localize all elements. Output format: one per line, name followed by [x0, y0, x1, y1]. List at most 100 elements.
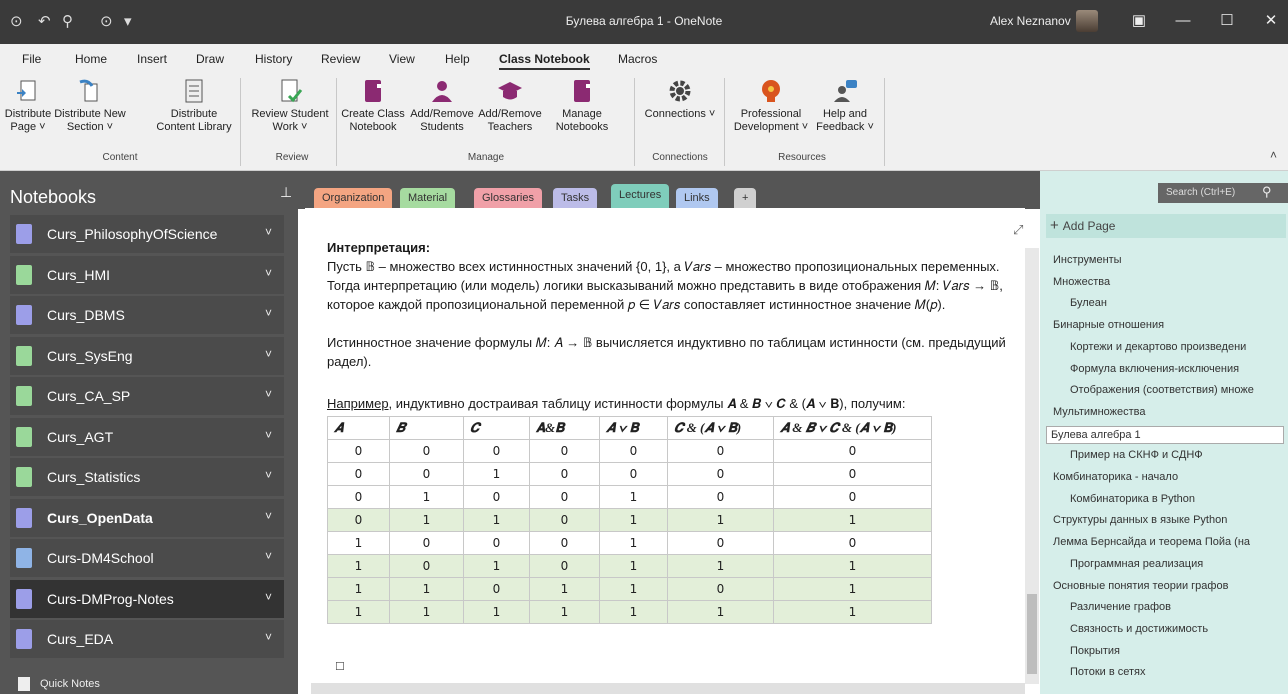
table-row: 0110111 [327, 508, 932, 532]
chevron-down-icon[interactable]: ˅ [265, 590, 272, 604]
page-canvas[interactable]: ⤢ Интерпретация: Пусть 𝔹 – множество все… [305, 208, 1025, 694]
add-page-button[interactable]: + Add Page [1046, 214, 1286, 238]
section-tab[interactable]: Glossaries [474, 188, 542, 208]
notebook-icon [365, 80, 381, 102]
page-item[interactable]: Инструменты [1053, 254, 1122, 266]
notebook-item[interactable]: Curs-DMProg-Notes ˅ [10, 579, 284, 618]
chevron-down-icon[interactable]: ˅ [265, 347, 272, 361]
chevron-down-icon[interactable]: ˅ [265, 468, 272, 482]
user-name[interactable]: Alex Neznanov [990, 14, 1071, 28]
chevron-down-icon[interactable]: ˅ [265, 509, 272, 523]
chevron-down-icon[interactable]: ˅ [265, 428, 272, 442]
quick-notes[interactable]: Quick Notes [18, 677, 100, 691]
tab-home[interactable]: Home [75, 52, 107, 66]
distribute-new-section-button[interactable]: Distribute New Section ˅ [54, 76, 126, 134]
collapse-ribbon-icon[interactable]: ˄ [1270, 148, 1277, 162]
subpage-item[interactable]: Комбинаторика в Python [1070, 493, 1195, 505]
checkbox-icon[interactable]: ☐ [335, 660, 345, 673]
tab-draw[interactable]: Draw [196, 52, 224, 66]
maximize-button[interactable]: ☐ [1212, 9, 1242, 33]
connections-button[interactable]: Connections ˅ [642, 76, 718, 121]
notebook-item[interactable]: Curs_OpenData ˅ [10, 498, 284, 537]
chevron-down-icon[interactable]: ˅ [265, 266, 272, 280]
notebook-item[interactable]: Curs-DM4School ˅ [10, 539, 284, 577]
section-tab[interactable]: Links [676, 188, 718, 208]
manage-notebooks-button[interactable]: Manage Notebooks [552, 76, 612, 134]
table-cell: 1 [327, 577, 390, 601]
tab-help[interactable]: Help [445, 52, 470, 66]
professional-development-button[interactable]: Professional Development ˅ [730, 76, 812, 134]
chevron-down-icon[interactable]: ˅ [265, 306, 272, 320]
review-student-work-button[interactable]: Review Student Work ˅ [250, 76, 330, 134]
subpage-item[interactable]: Отображения (соответствия) множе [1070, 384, 1254, 396]
subpage-item[interactable]: Булеан [1070, 297, 1107, 309]
chevron-down-icon[interactable]: ˅ [265, 630, 272, 644]
help-and-feedback-button[interactable]: Help and Feedback ˅ [812, 76, 878, 134]
add-remove-teachers-button[interactable]: Add/Remove Teachers [476, 76, 544, 134]
pin-icon[interactable]: ⊥ [280, 184, 292, 201]
search-icon[interactable]: ⚲ [1262, 184, 1272, 200]
group-separator [240, 78, 241, 166]
ribbon-display-icon[interactable]: ▣ [1124, 9, 1154, 33]
notebook-item[interactable]: Curs_PhilosophyOfScience ˅ [10, 215, 284, 253]
tab-macros[interactable]: Macros [618, 52, 657, 66]
section-tab[interactable]: Material [400, 188, 456, 208]
close-button[interactable]: ✕ [1256, 9, 1286, 33]
notebook-item[interactable]: Curs_DBMS ˅ [10, 296, 284, 334]
table-row: 1111111 [327, 600, 932, 624]
subpage-item[interactable]: Связность и достижимость [1070, 623, 1208, 635]
section-tab[interactable]: Organization [314, 188, 393, 208]
notebook-item[interactable]: Curs_HMI ˅ [10, 255, 284, 294]
notebook-label: Curs_CA_SP [47, 388, 131, 404]
page-item[interactable]: Бинарные отношения [1053, 319, 1164, 331]
subpage-item[interactable]: Различение графов [1070, 601, 1171, 613]
distribute-content-library-button[interactable]: Distribute Content Library [152, 76, 236, 134]
tab-file[interactable]: File [22, 52, 41, 66]
page-item[interactable]: Основные понятия теории графов [1053, 580, 1228, 592]
subpage-item[interactable]: Покрытия [1070, 645, 1120, 657]
scrollbar-thumb[interactable] [1027, 594, 1037, 674]
notebook-item[interactable]: Curs_Statistics ˅ [10, 458, 284, 496]
section-tab[interactable]: Lectures [611, 184, 670, 208]
subpage-item[interactable]: Потоки в сетях [1070, 666, 1145, 678]
page-item[interactable]: Лемма Бернсайда и теорема Пойа (на [1053, 536, 1250, 548]
add-section-button[interactable]: + [734, 188, 757, 208]
notebook-item[interactable]: Curs_AGT ˅ [10, 417, 284, 456]
add-remove-students-button[interactable]: Add/Remove Students [408, 76, 476, 134]
notebook-icon [16, 345, 32, 366]
page-item[interactable]: Булева алгебра 1 [1046, 425, 1284, 444]
page-item[interactable]: Структуры данных в языке Python [1053, 514, 1227, 526]
notebook-item[interactable]: Curs_SysEng ˅ [10, 336, 284, 375]
page-item[interactable]: Комбинаторика - начало [1053, 471, 1178, 483]
chevron-down-icon[interactable]: ˅ [265, 387, 272, 401]
section-tab[interactable]: Tasks [553, 188, 598, 208]
subpage-item[interactable]: Программная реализация [1070, 558, 1203, 570]
page-item[interactable]: Мультимножества [1053, 406, 1146, 418]
avatar[interactable] [1076, 10, 1098, 32]
create-class-notebook-label: Create Class Notebook [341, 108, 405, 133]
table-cell: 0 [389, 554, 464, 578]
tab-insert[interactable]: Insert [137, 52, 167, 66]
chevron-down-icon[interactable]: ˅ [265, 549, 272, 563]
tab-history[interactable]: History [255, 52, 292, 66]
tab-class-notebook[interactable]: Class Notebook [499, 52, 590, 70]
chevron-down-icon[interactable]: ˅ [265, 225, 272, 239]
subpage-item[interactable]: Кортежи и декартово произведени [1070, 341, 1246, 353]
notebook-item[interactable]: Curs_EDA ˅ [10, 620, 284, 658]
minimize-button[interactable]: — [1168, 9, 1198, 33]
distribute-page-button[interactable]: Distribute Page ˅ [2, 76, 54, 134]
create-class-notebook-button[interactable]: Create Class Notebook [338, 76, 408, 134]
notebook-item[interactable]: Curs_CA_SP ˅ [10, 377, 284, 415]
table-header-cell: 𝑪 [463, 416, 530, 440]
tab-review[interactable]: Review [321, 52, 360, 66]
notebooks-header[interactable]: Notebooks [10, 187, 96, 208]
subpage-item[interactable]: Пример на СКНФ и СДНФ [1070, 449, 1203, 461]
table-row: 0000000 [327, 439, 932, 463]
tab-view[interactable]: View [389, 52, 415, 66]
subpage-item[interactable]: Формула включения-исключения [1070, 363, 1239, 375]
notebook-label: Curs_DBMS [47, 307, 125, 323]
page-item[interactable]: Множества [1053, 276, 1110, 288]
horizontal-scrollbar[interactable] [311, 683, 1025, 694]
expand-icon[interactable]: ⤢ [1013, 222, 1023, 238]
group-connections-label: Connections [652, 152, 708, 163]
